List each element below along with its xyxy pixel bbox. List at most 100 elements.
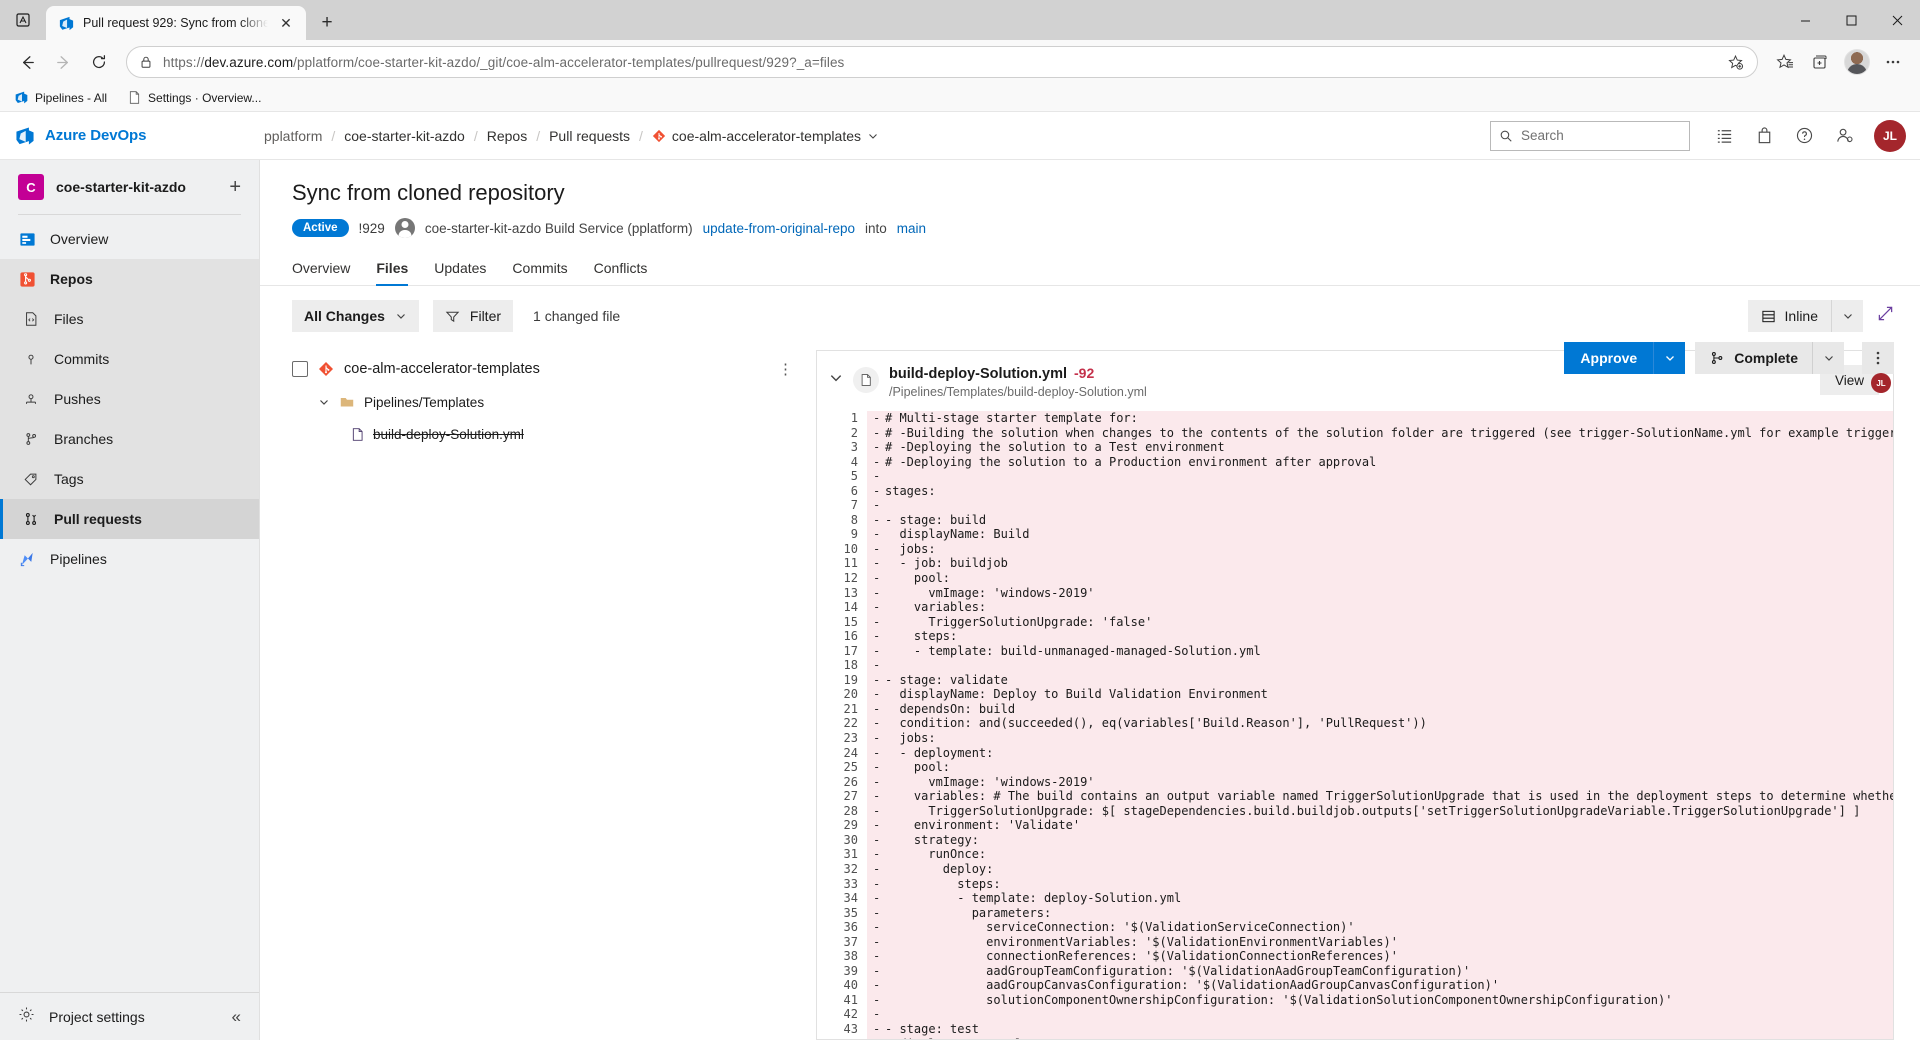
azure-devops-home-link[interactable]: Azure DevOps <box>14 125 264 147</box>
chevron-down-icon[interactable] <box>318 396 330 408</box>
sidebar-item-project-settings[interactable]: Project settings « <box>0 992 259 1040</box>
breadcrumb-project[interactable]: coe-starter-kit-azdo <box>344 128 465 144</box>
diff-line[interactable]: 17- - template: build-unmanaged-managed-… <box>817 644 1893 659</box>
view-mode-chevron-down-icon[interactable] <box>1831 300 1863 332</box>
repo-selector[interactable]: coe-alm-accelerator-templates <box>652 128 879 144</box>
tab-actions-menu-icon[interactable] <box>4 3 42 37</box>
sidebar-item-pull-requests[interactable]: Pull requests <box>0 499 259 539</box>
help-icon[interactable] <box>1786 118 1822 154</box>
maximize-button[interactable] <box>1828 0 1874 40</box>
fullscreen-expand-icon[interactable] <box>1877 305 1894 327</box>
diff-line[interactable]: 29- environment: 'Validate' <box>817 818 1893 833</box>
tab-updates[interactable]: Updates <box>434 254 486 285</box>
tab-conflicts[interactable]: Conflicts <box>594 254 648 285</box>
browser-settings-more-icon[interactable] <box>1876 45 1910 79</box>
collapse-sidebar-icon[interactable]: « <box>232 1007 241 1027</box>
target-branch-link[interactable]: main <box>897 221 926 236</box>
diff-line[interactable]: 32- deploy: <box>817 862 1893 877</box>
diff-line[interactable]: 22- condition: and(succeeded(), eq(varia… <box>817 716 1893 731</box>
close-icon[interactable]: ✕ <box>276 13 296 33</box>
diff-line[interactable]: 41- solutionComponentOwnershipConfigurat… <box>817 993 1893 1008</box>
browser-profile-avatar[interactable] <box>1840 45 1874 79</box>
source-branch-link[interactable]: update-from-original-repo <box>703 221 855 236</box>
diff-line[interactable]: 13- vmImage: 'windows-2019' <box>817 586 1893 601</box>
approve-dropdown-chevron-down-icon[interactable] <box>1653 342 1685 374</box>
tab-files[interactable]: Files <box>376 254 408 285</box>
favorites-icon[interactable] <box>1768 45 1802 79</box>
breadcrumb-pull-requests[interactable]: Pull requests <box>549 128 630 144</box>
back-button[interactable] <box>10 45 44 79</box>
file-tree-folder[interactable]: Pipelines/Templates <box>292 386 802 418</box>
add-favorite-icon[interactable] <box>1721 48 1749 76</box>
bookmark-pipelines-all[interactable]: Pipelines - All <box>14 90 107 105</box>
diff-line[interactable]: 10- jobs: <box>817 542 1893 557</box>
diff-line[interactable]: 31- runOnce: <box>817 847 1893 862</box>
collapse-diff-chevron-down-icon[interactable] <box>829 365 843 390</box>
sidebar-item-tags[interactable]: Tags <box>0 459 259 499</box>
diff-line[interactable]: 36- serviceConnection: '$(ValidationServ… <box>817 920 1893 935</box>
complete-button[interactable]: Complete <box>1695 342 1812 374</box>
more-actions-button[interactable] <box>1862 342 1894 374</box>
diff-line[interactable]: 30- strategy: <box>817 833 1893 848</box>
search-input[interactable]: Search <box>1490 121 1690 151</box>
diff-line[interactable]: 24- - deployment: <box>817 746 1893 761</box>
new-tab-button[interactable]: + <box>312 8 342 38</box>
filter-button[interactable]: Filter <box>433 300 513 332</box>
user-settings-icon[interactable] <box>1826 118 1862 154</box>
diff-line[interactable]: 34- - template: deploy-Solution.yml <box>817 891 1893 906</box>
diff-line[interactable]: 8-- stage: build <box>817 513 1893 528</box>
add-icon[interactable]: + <box>229 177 241 197</box>
sidebar-item-pipelines[interactable]: Pipelines <box>0 539 259 579</box>
diff-line[interactable]: 33- steps: <box>817 877 1893 892</box>
diff-line[interactable]: 4-# -Deploying the solution to a Product… <box>817 455 1893 470</box>
browser-tab[interactable]: Pull request 929: Sync from clone ✕ <box>46 6 306 40</box>
diff-line[interactable]: 27- variables: # The build contains an o… <box>817 789 1893 804</box>
reload-button[interactable] <box>82 45 116 79</box>
diff-line[interactable]: 6-stages: <box>817 484 1893 499</box>
minimize-button[interactable] <box>1782 0 1828 40</box>
file-tree-root[interactable]: coe-alm-accelerator-templates ⋮ <box>292 352 802 386</box>
diff-line[interactable]: 44- displayName: Deploy to Test <box>817 1037 1893 1039</box>
diff-line[interactable]: 9- displayName: Build <box>817 527 1893 542</box>
diff-line[interactable]: 26- vmImage: 'windows-2019' <box>817 775 1893 790</box>
complete-dropdown-chevron-down-icon[interactable] <box>1812 342 1844 374</box>
diff-line[interactable]: 20- displayName: Deploy to Build Validat… <box>817 687 1893 702</box>
diff-line[interactable]: 3-# -Deploying the solution to a Test en… <box>817 440 1893 455</box>
diff-line[interactable]: 23- jobs: <box>817 731 1893 746</box>
diff-line[interactable]: 25- pool: <box>817 760 1893 775</box>
diff-line[interactable]: 43-- stage: test <box>817 1022 1893 1037</box>
diff-line[interactable]: 35- parameters: <box>817 906 1893 921</box>
sidebar-item-commits[interactable]: Commits <box>0 339 259 379</box>
approve-button[interactable]: Approve <box>1564 342 1653 374</box>
select-all-checkbox[interactable] <box>292 361 308 377</box>
forward-button[interactable] <box>46 45 80 79</box>
breadcrumb-organization[interactable]: pplatform <box>264 128 322 144</box>
diff-line[interactable]: 38- connectionReferences: '$(ValidationC… <box>817 949 1893 964</box>
all-changes-dropdown[interactable]: All Changes <box>292 300 419 332</box>
window-close-button[interactable] <box>1874 0 1920 40</box>
breadcrumb-repos[interactable]: Repos <box>487 128 527 144</box>
diff-line[interactable]: 5- <box>817 469 1893 484</box>
diff-line[interactable]: 18- <box>817 658 1893 673</box>
file-tree-more-icon[interactable]: ⋮ <box>778 360 794 378</box>
diff-line[interactable]: 12- pool: <box>817 571 1893 586</box>
diff-line[interactable]: 28- TriggerSolutionUpgrade: $[ stageDepe… <box>817 804 1893 819</box>
diff-line[interactable]: 2-# -Building the solution when changes … <box>817 426 1893 441</box>
collections-icon[interactable] <box>1804 45 1838 79</box>
diff-line[interactable]: 14- variables: <box>817 600 1893 615</box>
diff-line[interactable]: 15- TriggerSolutionUpgrade: 'false' <box>817 615 1893 630</box>
diff-line[interactable]: 40- aadGroupCanvasConfiguration: '$(Vali… <box>817 978 1893 993</box>
diff-line[interactable]: 19-- stage: validate <box>817 673 1893 688</box>
sidebar-item-files[interactable]: Files <box>0 299 259 339</box>
diff-line[interactable]: 39- aadGroupTeamConfiguration: '$(Valida… <box>817 964 1893 979</box>
diff-line[interactable]: 11- - job: buildjob <box>817 556 1893 571</box>
reviewer-avatar[interactable]: JL <box>1871 373 1891 393</box>
diff-line[interactable]: 42- <box>817 1007 1893 1022</box>
view-mode-button[interactable]: Inline <box>1748 300 1831 332</box>
tab-overview[interactable]: Overview <box>292 254 350 285</box>
project-header[interactable]: C coe-starter-kit-azdo + <box>0 160 259 214</box>
sidebar-item-pushes[interactable]: Pushes <box>0 379 259 419</box>
diff-code-view[interactable]: 1-# Multi-stage starter template for:2-#… <box>817 411 1893 1039</box>
sidebar-item-branches[interactable]: Branches <box>0 419 259 459</box>
marketplace-bag-icon[interactable] <box>1746 118 1782 154</box>
